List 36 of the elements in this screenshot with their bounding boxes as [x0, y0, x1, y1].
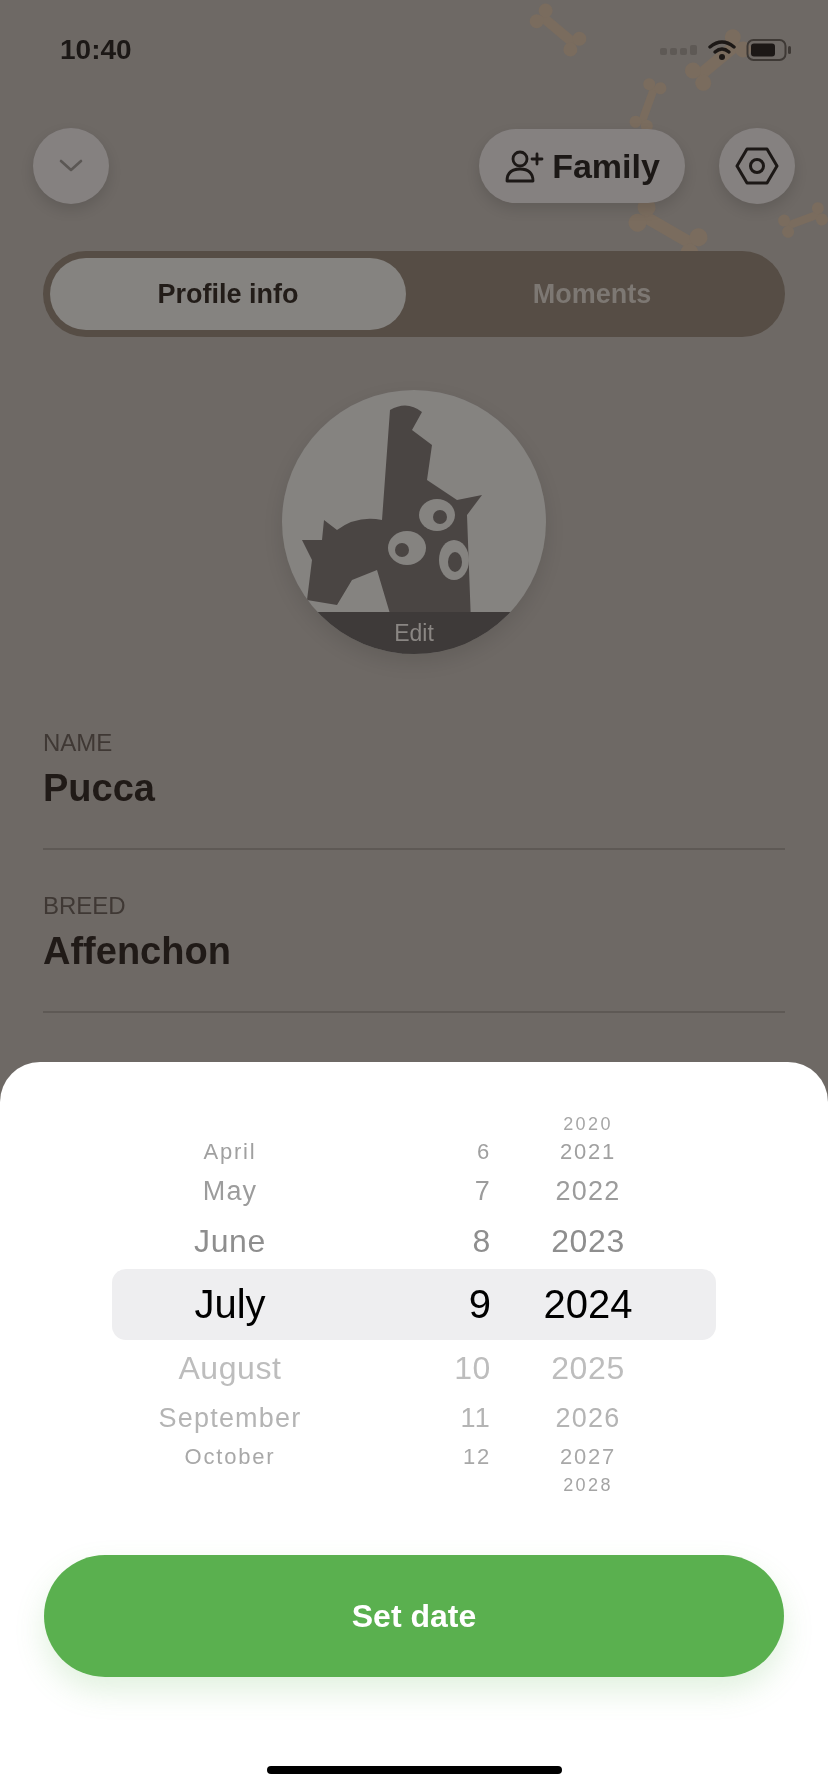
picker-option[interactable]: 8 — [330, 1212, 491, 1269]
picker-option[interactable]: May — [130, 1168, 330, 1213]
picker-option[interactable]: 11 — [330, 1395, 491, 1440]
picker-option[interactable]: April — [130, 1134, 330, 1169]
picker-option[interactable]: 2025 — [520, 1339, 656, 1396]
picker-option[interactable]: 6 — [330, 1134, 491, 1169]
picker-option[interactable]: 2021 — [520, 1134, 656, 1169]
picker-option[interactable]: June — [130, 1212, 330, 1269]
chevron-down-icon — [58, 158, 84, 174]
set-date-button[interactable]: Set date — [44, 1555, 784, 1677]
bone-icon — [684, 29, 752, 91]
picker-option[interactable]: 12 — [330, 1439, 491, 1474]
picker-option[interactable]: 2023 — [520, 1212, 656, 1269]
avatar[interactable]: Edit — [282, 390, 546, 654]
picker-option[interactable]: 2024 — [520, 1268, 656, 1340]
tab[interactable]: Profile info — [50, 258, 406, 330]
picker-option[interactable]: 7 — [330, 1168, 491, 1213]
bone-icon — [629, 78, 667, 132]
picker-option[interactable]: October — [130, 1439, 330, 1474]
field-value[interactable]: Affenchon — [43, 929, 785, 973]
settings-icon — [735, 146, 779, 186]
wifi-icon — [708, 39, 736, 61]
picker-option[interactable]: August — [130, 1339, 330, 1396]
status-time: 10:40 — [60, 34, 132, 66]
picker-option[interactable]: 2027 — [520, 1439, 656, 1474]
picker-option[interactable]: 9 — [330, 1268, 491, 1340]
picker-option[interactable]: September — [130, 1395, 330, 1440]
field-value[interactable]: Pucca — [43, 766, 785, 810]
picker-option[interactable]: 10 — [330, 1339, 491, 1396]
picker-option[interactable]: 2020 — [520, 1112, 656, 1135]
family-button[interactable]: Family — [479, 129, 685, 203]
picker-option[interactable]: July — [130, 1268, 330, 1340]
picker-option[interactable]: 2022 — [520, 1168, 656, 1213]
picker-option[interactable]: 2026 — [520, 1395, 656, 1440]
picker-option[interactable]: 2028 — [520, 1473, 656, 1496]
battery-icon — [746, 38, 792, 62]
